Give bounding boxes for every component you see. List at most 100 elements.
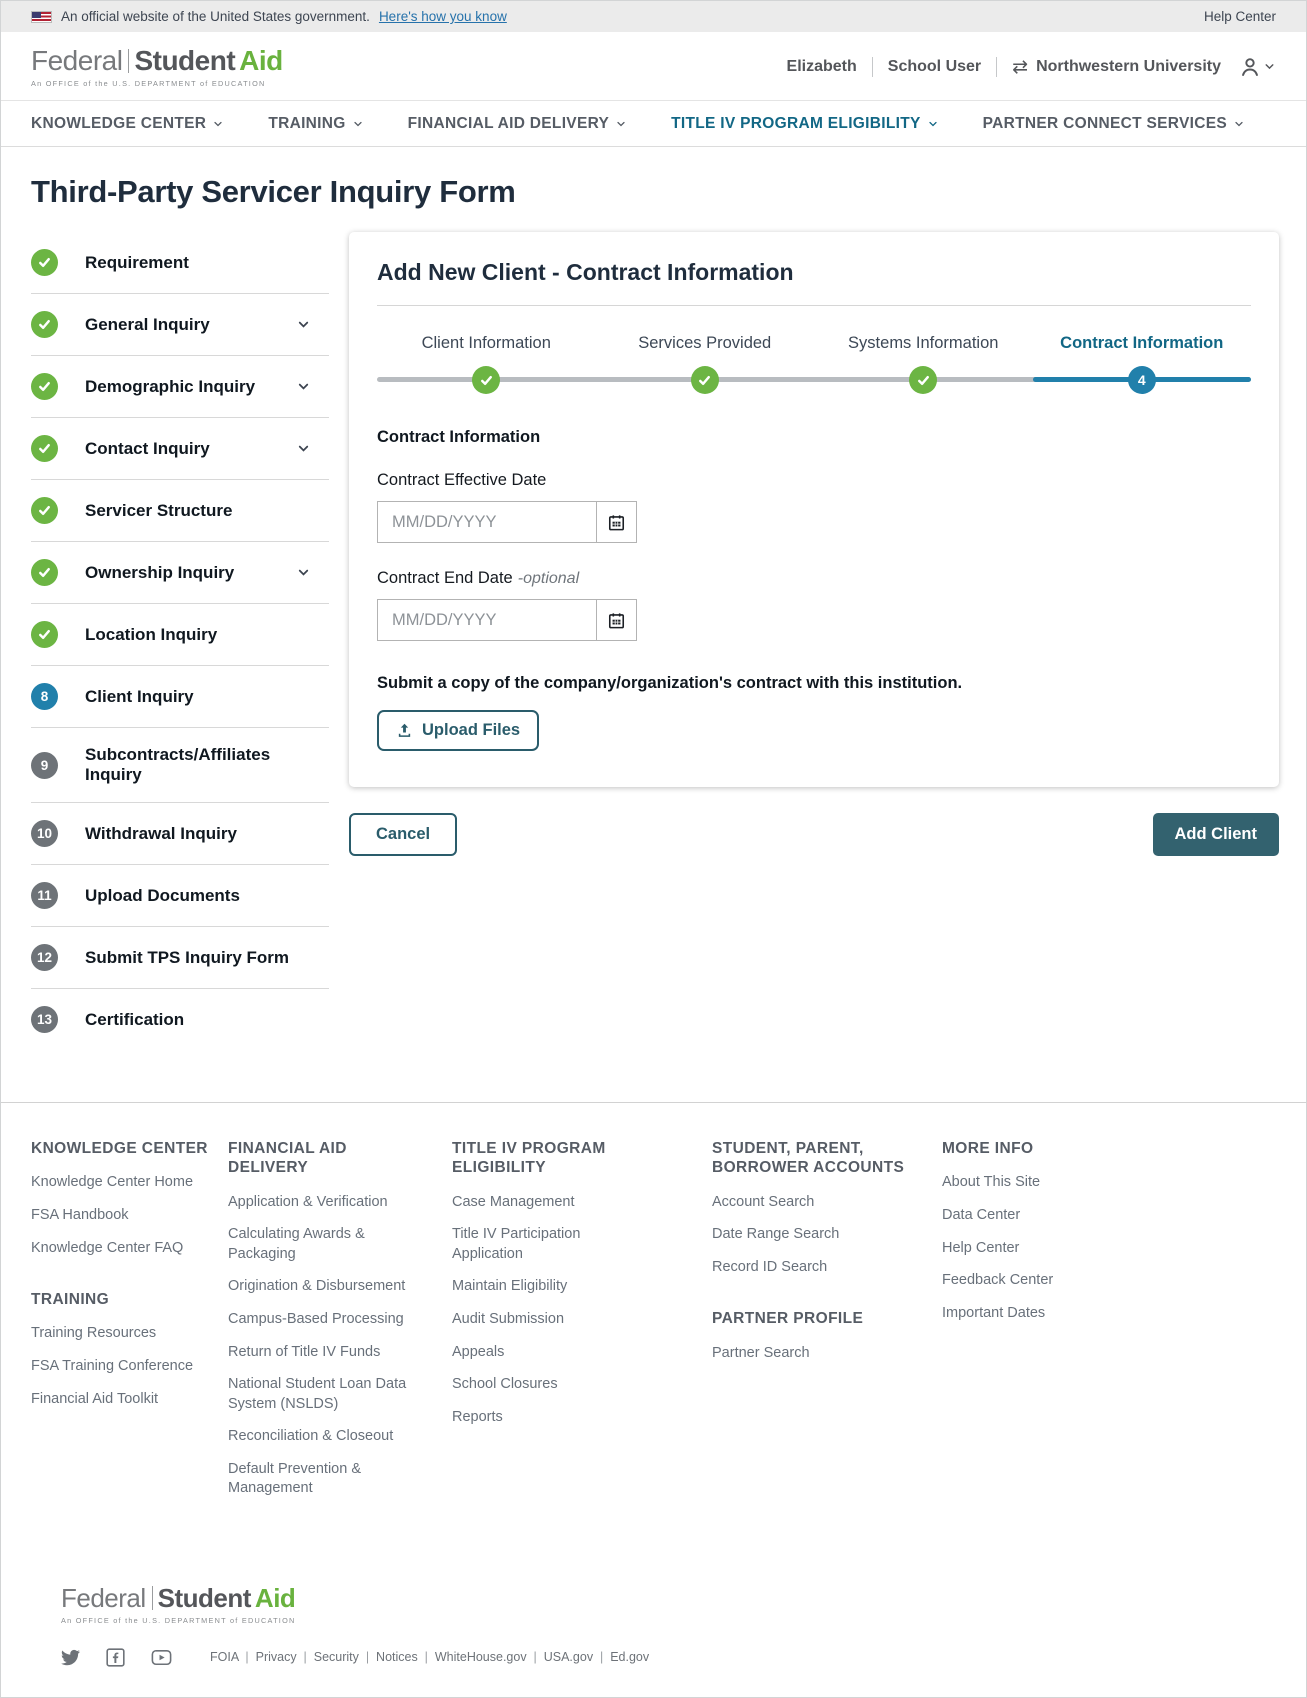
sidebar-step[interactable]: Location Inquiry [31, 604, 329, 666]
sidebar-step[interactable]: Ownership Inquiry [31, 542, 329, 604]
wizard-step-circle [690, 366, 719, 394]
upload-instruction: Submit a copy of the company/organizatio… [377, 674, 963, 692]
footer-link[interactable]: Application & Verification [228, 1193, 408, 1213]
cancel-button[interactable]: Cancel [349, 813, 458, 856]
footer-link[interactable]: FSA Handbook [31, 1206, 211, 1226]
footer-group-heading: STUDENT, PARENT, BORROWER ACCOUNTS [712, 1140, 905, 1177]
legal-link[interactable]: Security [314, 1650, 376, 1664]
sidebar-step[interactable]: Contact Inquiry [31, 418, 329, 480]
nav-item[interactable]: KNOWLEDGE CENTER [31, 115, 224, 133]
legal-link[interactable]: WhiteHouse.gov [435, 1650, 544, 1664]
logo-tagline: An OFFICE of the U.S. DEPARTMENT of EDUC… [31, 79, 266, 88]
sidebar-step[interactable]: Requirement [31, 232, 329, 294]
user-name[interactable]: Elizabeth [787, 58, 857, 76]
footer-link[interactable]: Important Dates [942, 1304, 1122, 1324]
footer-link[interactable]: Return of Title IV Funds [228, 1343, 408, 1363]
facebook-icon[interactable] [106, 1648, 125, 1667]
date-fields: Contract Effective Date MM/DD/YYYY Contr… [377, 471, 1251, 641]
sidebar-step[interactable]: 11 Upload Documents [31, 865, 329, 927]
step-status-circle: 8 [31, 683, 58, 710]
footer-column: MORE INFO About This Site Data Center He… [942, 1139, 1276, 1531]
calendar-button[interactable] [596, 502, 636, 542]
optional-tag: -optional [517, 570, 580, 587]
check-icon [37, 255, 52, 270]
help-center-link[interactable]: Help Center [1204, 9, 1276, 24]
footer-link[interactable]: Date Range Search [712, 1225, 892, 1245]
footer-link[interactable]: Record ID Search [712, 1258, 892, 1278]
banner-how-you-know-link[interactable]: Here's how you know [379, 9, 507, 24]
sidebar-step-label: Servicer Structure [85, 500, 233, 520]
wizard-step[interactable]: Services Provided [596, 334, 815, 394]
organization-name[interactable]: Northwestern University [1036, 58, 1221, 76]
footer-link[interactable]: Data Center [942, 1206, 1122, 1226]
footer-link[interactable]: Partner Search [712, 1344, 892, 1364]
nav-item[interactable]: FINANCIAL AID DELIVERY [408, 115, 628, 133]
footer-social-legal-row: FOIAPrivacySecurityNoticesWhiteHouse.gov… [61, 1648, 1246, 1667]
date-input[interactable] [378, 502, 596, 542]
nav-item[interactable]: PARTNER CONNECT SERVICES [983, 115, 1245, 133]
footer-link[interactable]: Default Prevention & Management [228, 1460, 408, 1499]
footer-link[interactable]: Calculating Awards & Packaging [228, 1225, 408, 1264]
fsa-logo-footer[interactable]: Federal Student Aid An OFFICE of the U.S… [61, 1583, 296, 1625]
user-role[interactable]: School User [888, 58, 981, 76]
sidebar-step[interactable]: Servicer Structure [31, 480, 329, 542]
footer-link[interactable]: Account Search [712, 1193, 892, 1213]
footer-link[interactable]: Financial Aid Toolkit [31, 1390, 211, 1410]
sidebar-step[interactable]: 12 Submit TPS Inquiry Form [31, 927, 329, 989]
sidebar-step[interactable]: 8 Client Inquiry [31, 666, 329, 728]
site-header: Federal Student Aid An OFFICE of the U.S… [1, 32, 1306, 100]
twitter-icon[interactable] [61, 1648, 80, 1667]
footer-link[interactable]: Reports [452, 1408, 632, 1428]
switch-organization-icon[interactable]: ⇄ [1012, 56, 1028, 78]
logo-aid: Aid [239, 45, 283, 76]
legal-link[interactable]: FOIA [210, 1650, 256, 1664]
footer-link[interactable]: Maintain Eligibility [452, 1277, 632, 1297]
footer-link[interactable]: Campus-Based Processing [228, 1310, 408, 1330]
legal-link[interactable]: USA.gov [544, 1650, 610, 1664]
footer-link[interactable]: Title IV Participation Application [452, 1225, 632, 1264]
fsa-logo[interactable]: Federal Student Aid An OFFICE of the U.S… [31, 45, 283, 88]
footer-link[interactable]: Knowledge Center FAQ [31, 1239, 211, 1259]
footer-link[interactable]: Reconciliation & Closeout [228, 1427, 408, 1447]
footer-link[interactable]: Feedback Center [942, 1271, 1122, 1291]
footer-link[interactable]: Origination & Disbursement [228, 1277, 408, 1297]
footer-link[interactable]: Audit Submission [452, 1310, 632, 1330]
page-title: Third-Party Servicer Inquiry Form [31, 174, 516, 209]
account-menu[interactable] [1237, 54, 1276, 80]
legal-link[interactable]: Ed.gov [610, 1650, 649, 1664]
youtube-icon[interactable] [151, 1648, 172, 1667]
footer-link[interactable]: School Closures [452, 1375, 632, 1395]
sidebar-step[interactable]: General Inquiry [31, 294, 329, 356]
legal-link[interactable]: Notices [376, 1650, 435, 1664]
upload-files-button[interactable]: Upload Files [377, 710, 540, 751]
footer-link[interactable]: Training Resources [31, 1324, 211, 1344]
legal-link[interactable]: Privacy [256, 1650, 314, 1664]
add-client-button[interactable]: Add Client [1152, 813, 1279, 856]
footer-link[interactable]: Case Management [452, 1193, 632, 1213]
logo-tagline: An OFFICE of the U.S. DEPARTMENT of EDUC… [61, 1615, 296, 1625]
sidebar-step[interactable]: Demographic Inquiry [31, 356, 329, 418]
nav-item[interactable]: TITLE IV PROGRAM ELIGIBILITY [671, 115, 939, 133]
footer-link[interactable]: National Student Loan Data System (NSLDS… [228, 1375, 408, 1414]
wizard-step[interactable]: Client Information [377, 334, 596, 394]
wizard-step[interactable]: Contract Information 4 [1033, 334, 1252, 394]
footer-link[interactable]: Appeals [452, 1343, 632, 1363]
footer-link[interactable]: Help Center [942, 1239, 1122, 1259]
step-status-circle: 12 [31, 944, 58, 971]
wizard-step-label: Systems Information [848, 334, 999, 352]
chevron-down-icon [1233, 118, 1245, 130]
date-input[interactable] [378, 600, 596, 640]
footer-link[interactable]: Knowledge Center Home [31, 1173, 211, 1193]
footer-group-heading: PARTNER PROFILE [712, 1310, 864, 1328]
chevron-down-icon [1263, 60, 1276, 73]
nav-item[interactable]: TRAINING [268, 115, 363, 133]
calendar-button[interactable] [596, 600, 636, 640]
footer-link[interactable]: About This Site [942, 1173, 1122, 1193]
wizard-step[interactable]: Systems Information [814, 334, 1033, 394]
card-divider [377, 305, 1251, 306]
footer-link[interactable]: FSA Training Conference [31, 1357, 211, 1377]
sidebar-step[interactable]: 10 Withdrawal Inquiry [31, 803, 329, 865]
us-flag-icon [31, 10, 52, 23]
sidebar-step[interactable]: 13 Certification [31, 989, 329, 1050]
sidebar-step[interactable]: 9 Subcontracts/Affiliates Inquiry [31, 728, 329, 803]
